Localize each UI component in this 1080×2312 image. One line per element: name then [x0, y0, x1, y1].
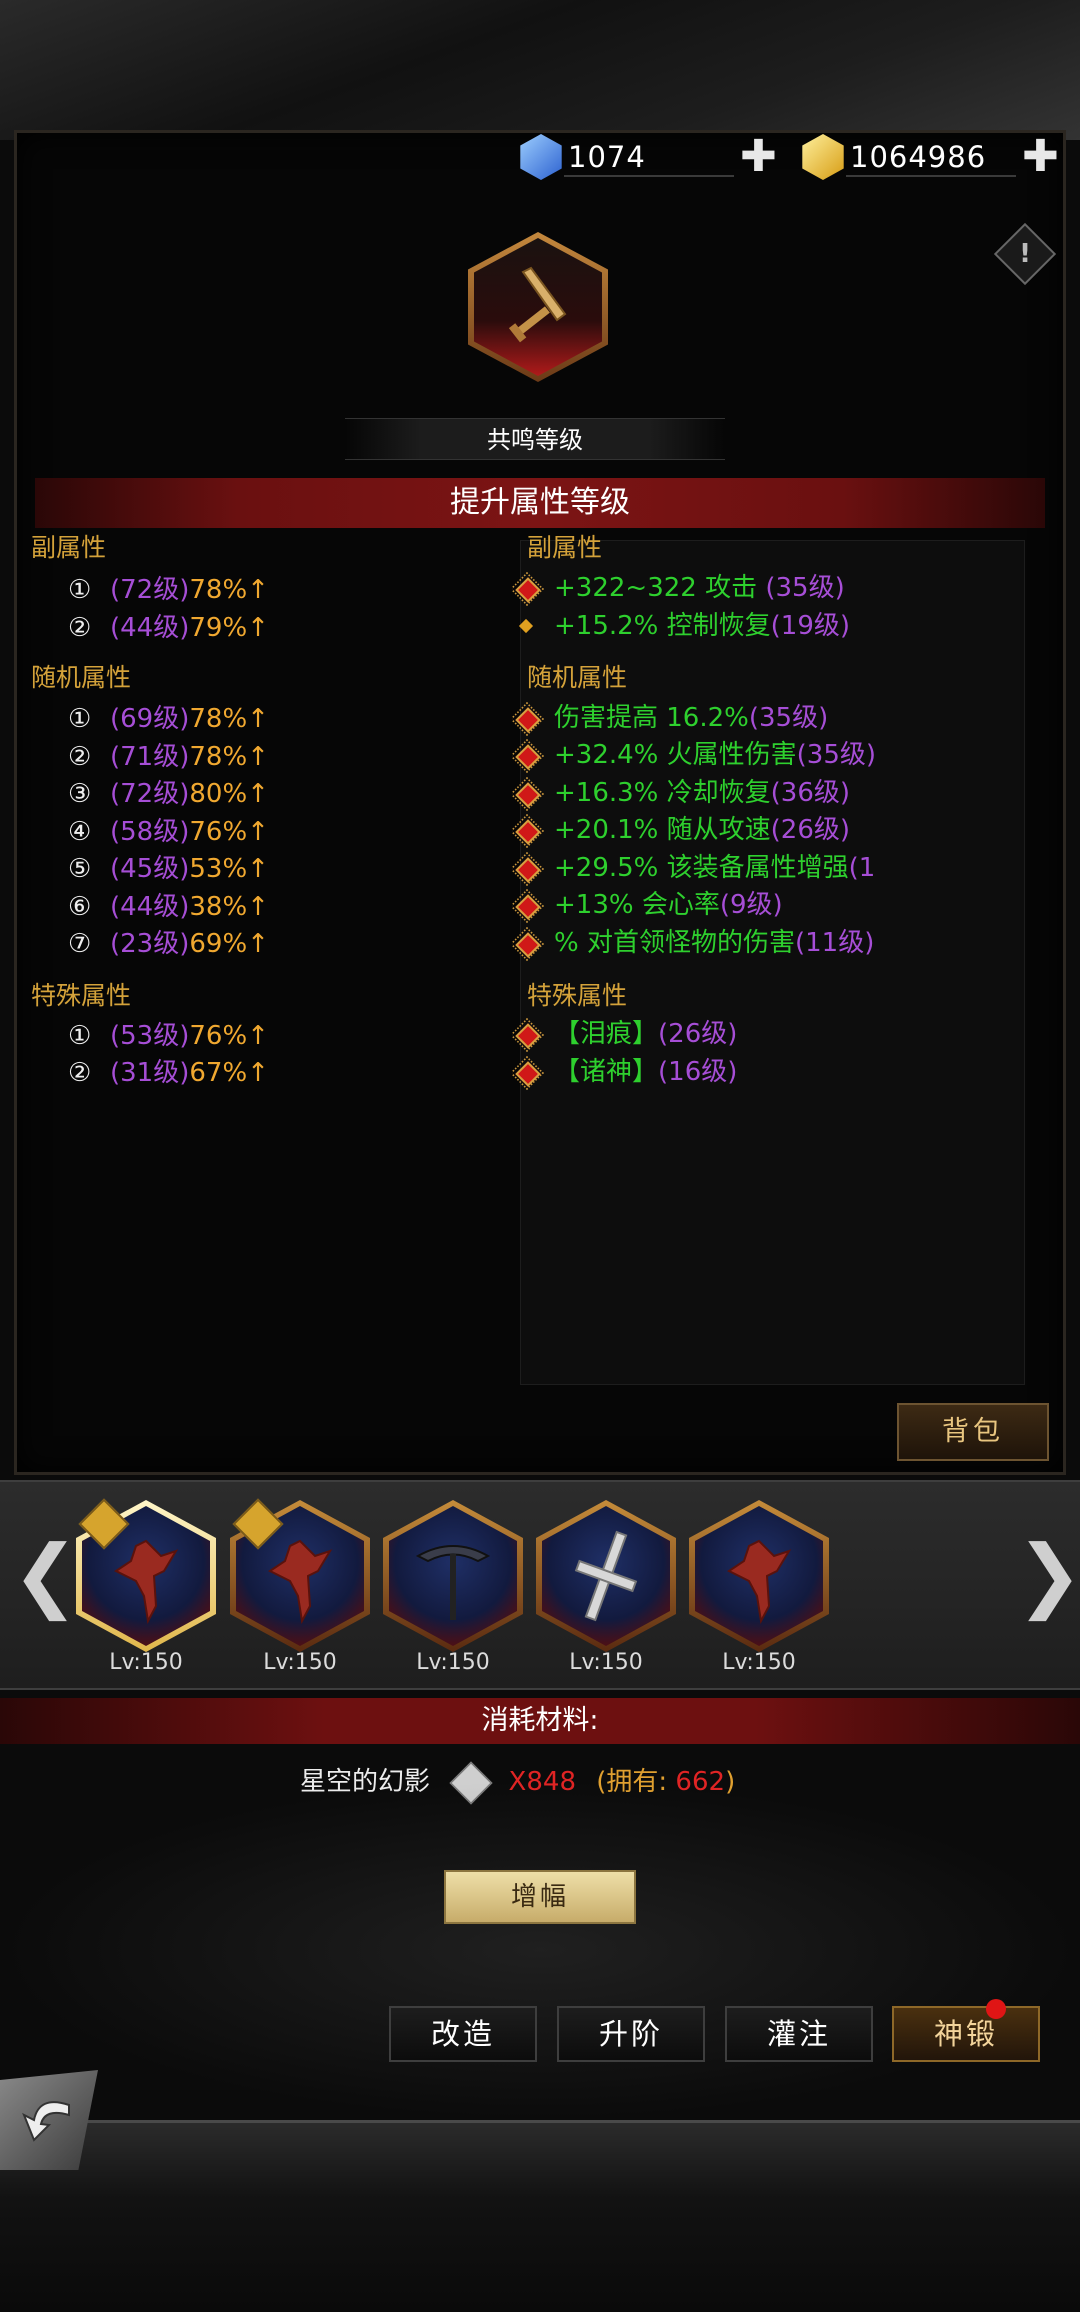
- red-gem-icon: [512, 891, 542, 921]
- left-special-header: 特殊属性: [31, 981, 132, 1010]
- left-sub-header: 副属性: [31, 533, 107, 562]
- dragon-icon: [727, 1539, 792, 1625]
- equipment-item[interactable]: Lv:150: [536, 1500, 676, 1675]
- resonance-level-label: 共鸣等级: [345, 418, 725, 460]
- add-gems-button[interactable]: ✚: [740, 135, 777, 179]
- dragon-icon: [268, 1539, 333, 1625]
- right-sub-row: +322~322 攻击 (35级): [512, 570, 932, 606]
- left-random-row[interactable]: ① (69级)78%↑: [68, 701, 269, 737]
- tab-modify[interactable]: 改造: [389, 2006, 537, 2062]
- right-random-row: 伤害提高 16.2%(35级): [512, 700, 932, 736]
- left-random-header: 随机属性: [31, 663, 132, 692]
- cross-sword-icon: [574, 1530, 638, 1622]
- right-random-row: +32.4% 火属性伤害(35级): [512, 737, 932, 773]
- right-random-row: +29.5% 该装备属性增强(1: [512, 850, 932, 886]
- gold-amount: 1064986: [846, 137, 1016, 177]
- amplify-button[interactable]: 增幅: [444, 1870, 636, 1924]
- red-gem-icon: [512, 574, 542, 604]
- red-gem-icon: [512, 1058, 542, 1088]
- right-special-row: 【泪痕】(26级): [512, 1016, 932, 1052]
- left-special-row[interactable]: ① (53级)76%↑: [68, 1018, 269, 1054]
- tab-advance[interactable]: 升阶: [557, 2006, 705, 2062]
- left-random-row[interactable]: ② (71级)78%↑: [68, 739, 269, 775]
- equipment-item[interactable]: Lv:150: [76, 1498, 216, 1675]
- left-random-row[interactable]: ⑤ (45级)53%↑: [68, 851, 269, 887]
- red-gem-icon: [512, 741, 542, 771]
- scythe-icon: [415, 1545, 491, 1620]
- left-random-row[interactable]: ③ (72级)80%↑: [68, 776, 269, 812]
- back-arrow-icon: [22, 2101, 70, 2142]
- right-sub-header: 副属性: [527, 533, 603, 562]
- gold-currency: 1064986 ✚: [800, 132, 1059, 182]
- tab-divine-forge[interactable]: 神锻: [892, 2006, 1040, 2062]
- fog-background: [0, 1780, 1080, 2120]
- right-random-row: +16.3% 冷却恢复(36级): [512, 775, 932, 811]
- tab-infuse[interactable]: 灌注: [725, 2006, 873, 2062]
- gold-diamond-icon: [512, 612, 542, 642]
- materials-header: 消耗材料:: [0, 1698, 1080, 1744]
- red-gem-icon: [512, 854, 542, 884]
- red-gem-icon: [512, 704, 542, 734]
- left-special-row[interactable]: ② (31级)67%↑: [68, 1055, 269, 1091]
- red-gem-icon: [512, 1020, 542, 1050]
- right-special-header: 特殊属性: [527, 981, 628, 1010]
- upgrade-attributes-title: 提升属性等级: [35, 478, 1045, 528]
- blue-gem-icon: [520, 134, 562, 180]
- red-gem-icon: [512, 816, 542, 846]
- ground-background: [0, 2120, 1080, 2312]
- equipment-item[interactable]: Lv:150: [689, 1500, 829, 1675]
- notification-dot: [986, 1999, 1006, 2019]
- right-sub-row: +15.2% 控制恢复(19级): [512, 608, 932, 644]
- next-arrow-icon[interactable]: ❯: [1016, 1535, 1080, 1615]
- red-gem-icon: [512, 929, 542, 959]
- equipment-item[interactable]: Lv:150: [383, 1500, 523, 1675]
- top-background: [0, 0, 1080, 140]
- prev-arrow-icon[interactable]: ❮: [12, 1535, 79, 1615]
- left-sub-row[interactable]: ① (72级)78%↑: [68, 572, 269, 608]
- red-gem-icon: [512, 779, 542, 809]
- right-random-row: +13% 会心率(9级): [512, 887, 932, 923]
- dragon-icon: [114, 1539, 179, 1625]
- right-random-row: % 对首领怪物的伤害(11级): [512, 925, 932, 961]
- gold-gem-icon: [802, 134, 844, 180]
- add-gold-button[interactable]: ✚: [1022, 135, 1059, 179]
- info-icon: !: [1019, 239, 1031, 269]
- left-sub-row[interactable]: ② (44级)79%↑: [68, 610, 269, 646]
- left-random-row[interactable]: ④ (58级)76%↑: [68, 814, 269, 850]
- right-special-row: 【诸神】(16级): [512, 1054, 932, 1090]
- gem-amount: 1074: [564, 137, 734, 177]
- gem-currency: 1074 ✚: [518, 132, 777, 182]
- left-random-row[interactable]: ⑦ (23级)69%↑: [68, 926, 269, 962]
- right-random-header: 随机属性: [527, 663, 628, 692]
- sword-icon: [508, 266, 567, 343]
- right-random-row: +20.1% 随从攻速(26级): [512, 812, 932, 848]
- left-random-row[interactable]: ⑥ (44级)38%↑: [68, 889, 269, 925]
- equipment-item[interactable]: Lv:150: [230, 1498, 370, 1675]
- bag-button[interactable]: 背包: [897, 1403, 1049, 1461]
